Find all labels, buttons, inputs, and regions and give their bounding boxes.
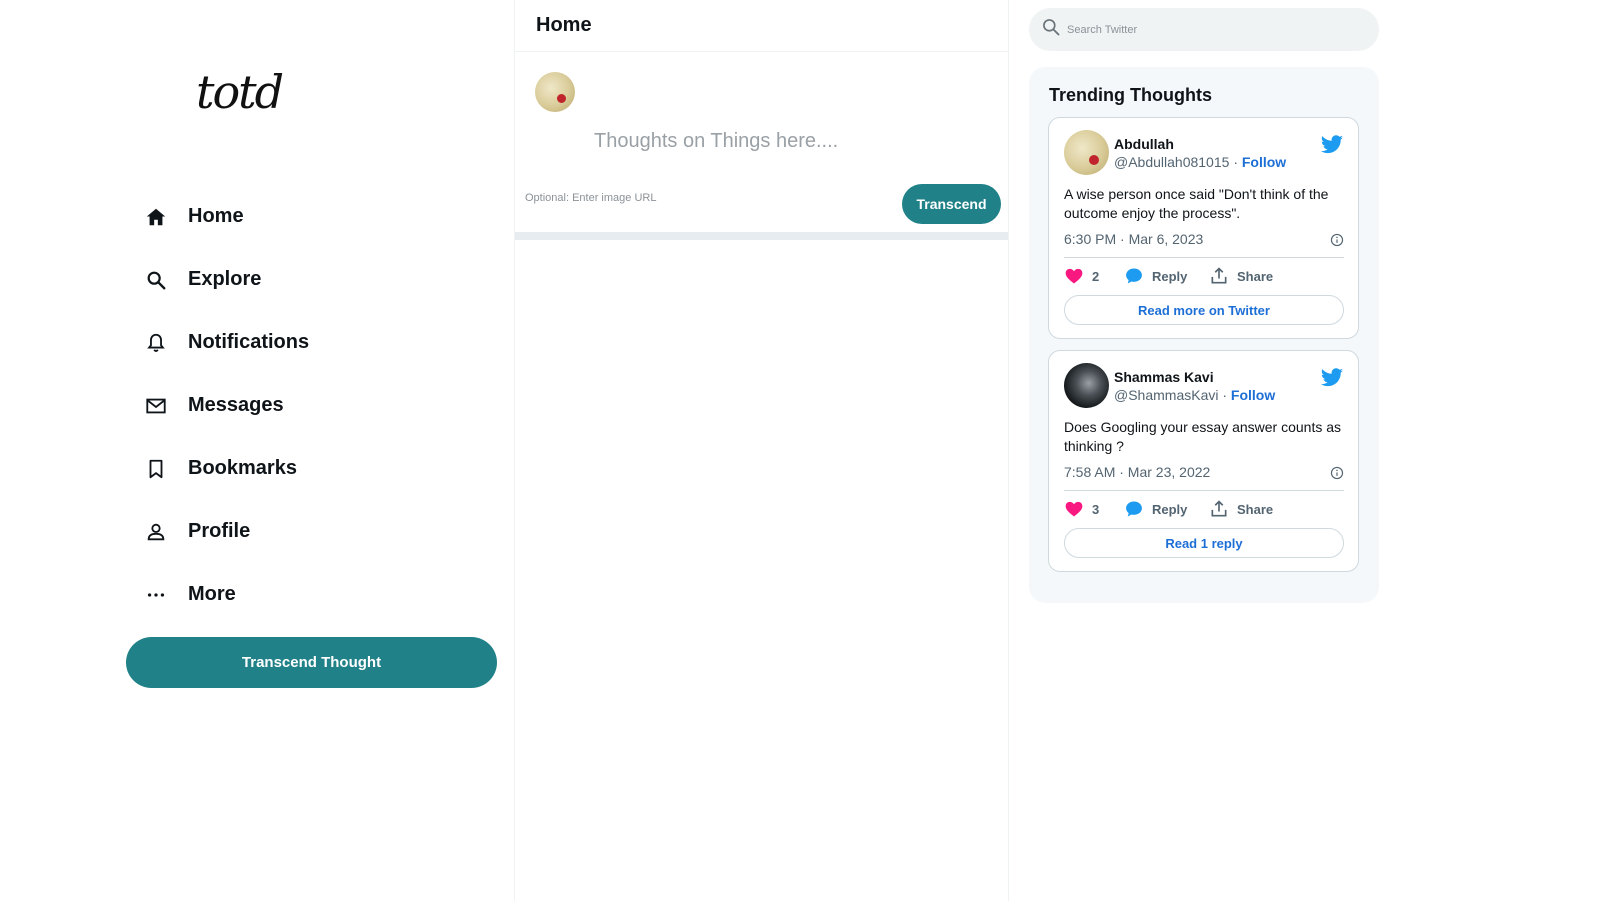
nav-item-profile[interactable]: Profile [145, 500, 309, 563]
tweet-timestamp[interactable]: 7:58 AM · Mar 23, 2022 [1064, 464, 1210, 480]
bookmark-icon [145, 458, 167, 480]
search-icon [1041, 17, 1061, 42]
nav-item-explore[interactable]: Explore [145, 248, 309, 311]
feed-header: Home [515, 0, 1008, 52]
avatar[interactable] [1064, 130, 1109, 175]
person-icon [145, 521, 167, 543]
read-more-button[interactable]: Read more on Twitter [1064, 295, 1344, 325]
nav-item-bookmarks[interactable]: Bookmarks [145, 437, 309, 500]
info-icon[interactable] [1330, 466, 1344, 480]
tweet-handle[interactable]: @ShammasKavi [1114, 387, 1218, 403]
like-button[interactable]: 2 [1064, 266, 1124, 286]
image-url-input[interactable] [525, 192, 825, 204]
thought-input[interactable] [594, 130, 994, 153]
tweet-handle-row: @ShammasKavi · Follow [1114, 387, 1275, 403]
left-sidebar: totd Home Explore Notifications Messages [0, 0, 514, 901]
share-icon [1211, 267, 1227, 284]
transcend-button[interactable]: Transcend [902, 184, 1001, 224]
tweet-author-name[interactable]: Shammas Kavi [1114, 369, 1214, 385]
more-dots-icon [145, 584, 167, 606]
tweet-timestamp[interactable]: 6:30 PM · Mar 6, 2023 [1064, 231, 1203, 247]
tweet-author-name[interactable]: Abdullah [1114, 136, 1174, 152]
search-input[interactable] [1067, 23, 1347, 36]
mail-icon [145, 395, 167, 417]
main-nav: Home Explore Notifications Messages Book… [145, 185, 309, 626]
search-bar[interactable] [1029, 8, 1379, 51]
tweet-card[interactable]: Abdullah @Abdullah081015 · Follow A wise… [1048, 117, 1359, 339]
separator-dot: · [1233, 154, 1238, 170]
share-icon [1211, 500, 1227, 517]
reply-bubble-icon [1126, 501, 1142, 517]
tweet-handle-row: @Abdullah081015 · Follow [1114, 154, 1286, 170]
reply-label: Reply [1152, 501, 1188, 517]
trending-panel: Trending Thoughts Abdullah @Abdullah0810… [1029, 67, 1379, 603]
search-icon [145, 269, 167, 291]
tweet-card[interactable]: Shammas Kavi @ShammasKavi · Follow Does … [1048, 350, 1359, 572]
share-button[interactable]: Share [1209, 499, 1273, 519]
main-feed: Home Transcend [514, 0, 1009, 901]
nav-item-home[interactable]: Home [145, 185, 309, 248]
transcend-thought-button[interactable]: Transcend Thought [126, 637, 497, 688]
nav-item-label: Home [188, 205, 244, 227]
tweet-handle[interactable]: @Abdullah081015 [1114, 154, 1229, 170]
divider [1064, 490, 1344, 491]
bell-icon [145, 332, 167, 354]
nav-item-label: More [188, 583, 236, 605]
page-title: Home [536, 14, 592, 36]
nav-item-label: Explore [188, 268, 262, 290]
tweet-actions: 3 Reply Share [1064, 499, 1273, 519]
share-button[interactable]: Share [1209, 266, 1273, 286]
reply-label: Reply [1152, 268, 1188, 284]
nav-item-label: Messages [188, 394, 284, 416]
tweet-text: A wise person once said "Don't think of … [1064, 186, 1329, 221]
follow-link[interactable]: Follow [1242, 154, 1286, 170]
reply-button[interactable]: Reply [1124, 499, 1209, 519]
nav-item-more[interactable]: More [145, 563, 309, 626]
nav-item-notifications[interactable]: Notifications [145, 311, 309, 374]
like-count: 3 [1092, 501, 1100, 517]
nav-item-label: Profile [188, 520, 251, 542]
divider [1064, 257, 1344, 258]
avatar[interactable] [535, 72, 575, 112]
trending-title: Trending Thoughts [1049, 85, 1212, 105]
separator-dot: · [1222, 387, 1228, 403]
share-label: Share [1237, 501, 1274, 517]
twitter-bird-icon[interactable] [1320, 132, 1344, 156]
nav-item-label: Notifications [188, 331, 310, 353]
nav-item-label: Bookmarks [188, 457, 297, 479]
tweet-actions: 2 Reply Share [1064, 266, 1273, 286]
tweet-text: Does Googling your essay answer counts a… [1064, 419, 1342, 454]
like-button[interactable]: 3 [1064, 499, 1124, 519]
home-icon [145, 206, 167, 228]
follow-link[interactable]: Follow [1231, 387, 1275, 403]
avatar[interactable] [1064, 363, 1109, 408]
app-logo[interactable]: totd [196, 62, 284, 122]
nav-item-messages[interactable]: Messages [145, 374, 309, 437]
share-label: Share [1237, 268, 1274, 284]
twitter-bird-icon[interactable] [1320, 365, 1344, 389]
heart-icon [1065, 501, 1083, 517]
reply-bubble-icon [1126, 268, 1142, 284]
heart-icon [1065, 268, 1083, 284]
divider [515, 232, 1008, 240]
reply-button[interactable]: Reply [1124, 266, 1209, 286]
read-reply-button[interactable]: Read 1 reply [1064, 528, 1344, 558]
info-icon[interactable] [1330, 233, 1344, 247]
like-count: 2 [1092, 268, 1100, 284]
